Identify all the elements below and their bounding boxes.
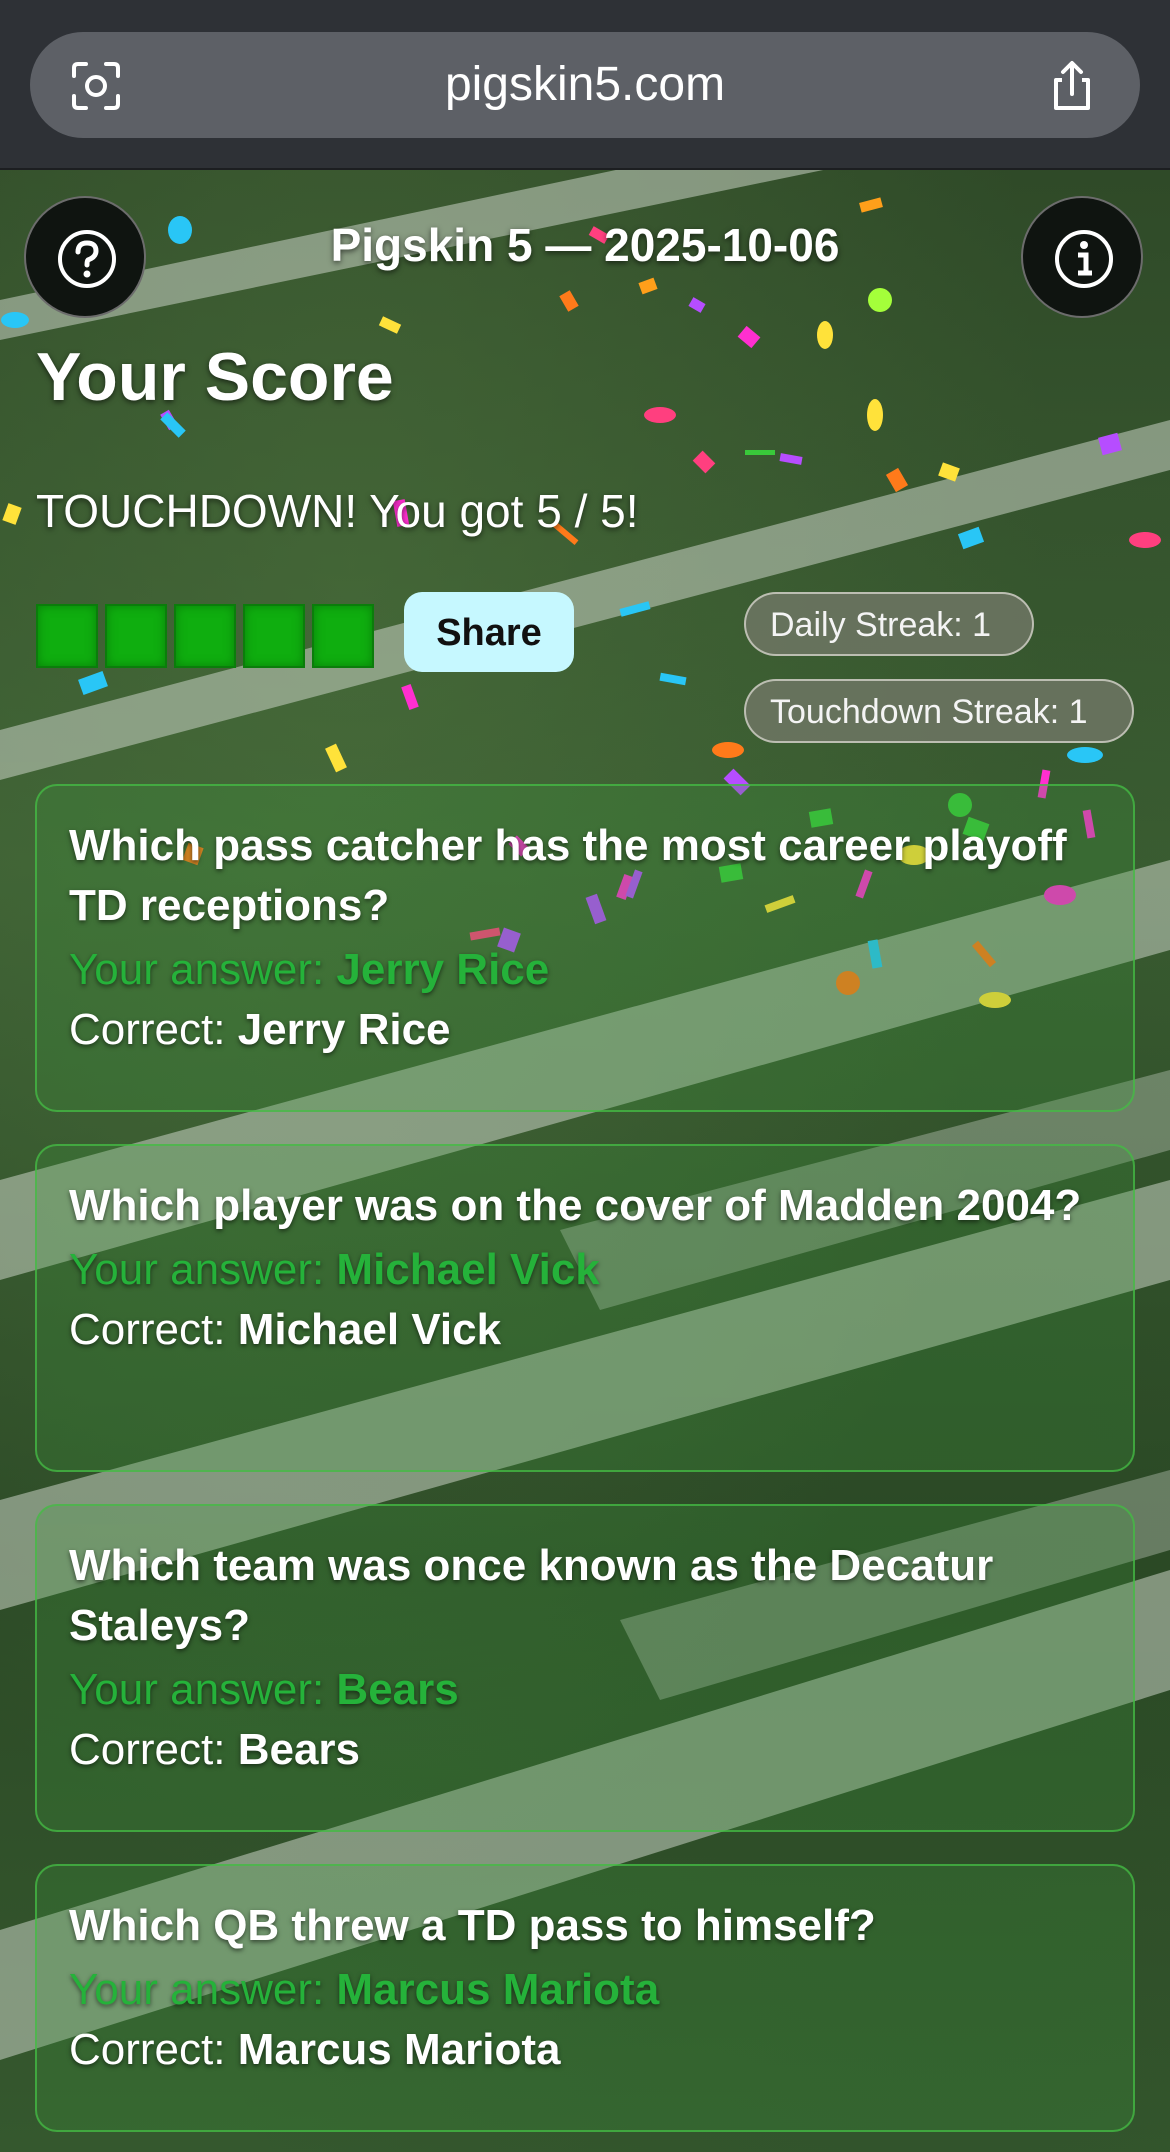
question-card: Which pass catcher has the most career p… — [35, 784, 1135, 1112]
correct-label: Correct: — [69, 1725, 238, 1774]
your-answer-label: Your answer: — [69, 1965, 337, 2014]
your-answer-label: Your answer: — [69, 1245, 337, 1294]
question-text: Which pass catcher has the most career p… — [69, 821, 1067, 930]
score-heading: Your Score — [36, 339, 394, 415]
your-answer-value: Bears — [336, 1665, 459, 1714]
correct-answer-value: Bears — [237, 1725, 361, 1774]
correct-answer-line: Correct: Bears — [69, 1720, 1101, 1780]
info-circle-icon — [1055, 230, 1113, 288]
score-square — [174, 604, 236, 668]
correct-label: Correct: — [69, 1005, 238, 1054]
question-card: Which QB threw a TD pass to himself? You… — [35, 1864, 1135, 2132]
help-button[interactable] — [24, 196, 146, 318]
score-square — [105, 604, 167, 668]
correct-label: Correct: — [69, 2025, 238, 2074]
info-button[interactable] — [1021, 196, 1143, 318]
page-title: Pigskin 5 — 2025-10-06 — [330, 219, 840, 271]
correct-answer-line: Correct: Jerry Rice — [69, 1000, 1101, 1060]
correct-answer-line: Correct: Michael Vick — [69, 1300, 1101, 1360]
your-answer-value: Jerry Rice — [336, 945, 550, 994]
your-answer-label: Your answer: — [69, 945, 337, 994]
daily-streak-badge: Daily Streak: 1 — [744, 592, 1034, 656]
share-button[interactable]: Share — [404, 592, 574, 672]
touchdown-streak-badge: Touchdown Streak: 1 — [744, 679, 1134, 743]
browser-top-bar: pigskin5.com — [0, 0, 1170, 170]
correct-answer-line: Correct: Marcus Mariota — [69, 2020, 1101, 2080]
correct-answer-value: Michael Vick — [237, 1305, 502, 1354]
score-square — [312, 604, 374, 668]
question-text: Which QB threw a TD pass to himself? — [69, 1901, 876, 1950]
your-answer-line: Your answer: Jerry Rice — [69, 940, 1101, 1000]
your-answer-line: Your answer: Bears — [69, 1660, 1101, 1720]
your-answer-line: Your answer: Marcus Mariota — [69, 1960, 1101, 2020]
correct-label: Correct: — [69, 1305, 238, 1354]
your-answer-value: Marcus Mariota — [336, 1965, 660, 2014]
share-sheet-icon[interactable] — [1044, 58, 1100, 114]
your-answer-label: Your answer: — [69, 1665, 337, 1714]
question-text: Which player was on the cover of Madden … — [69, 1181, 1082, 1230]
correct-answer-value: Jerry Rice — [237, 1005, 451, 1054]
question-text: Which team was once known as the Decatur… — [69, 1541, 994, 1650]
address-bar[interactable]: pigskin5.com — [30, 32, 1140, 138]
score-square — [243, 604, 305, 668]
url-text[interactable]: pigskin5.com — [30, 32, 1140, 138]
question-card: Which team was once known as the Decatur… — [35, 1504, 1135, 1832]
result-message: TOUCHDOWN! You got 5 / 5! — [36, 485, 639, 537]
your-answer-value: Michael Vick — [336, 1245, 600, 1294]
your-answer-line: Your answer: Michael Vick — [69, 1240, 1101, 1300]
question-card: Which player was on the cover of Madden … — [35, 1144, 1135, 1472]
question-circle-icon — [58, 230, 116, 288]
score-square — [36, 604, 98, 668]
correct-answer-value: Marcus Mariota — [237, 2025, 561, 2074]
